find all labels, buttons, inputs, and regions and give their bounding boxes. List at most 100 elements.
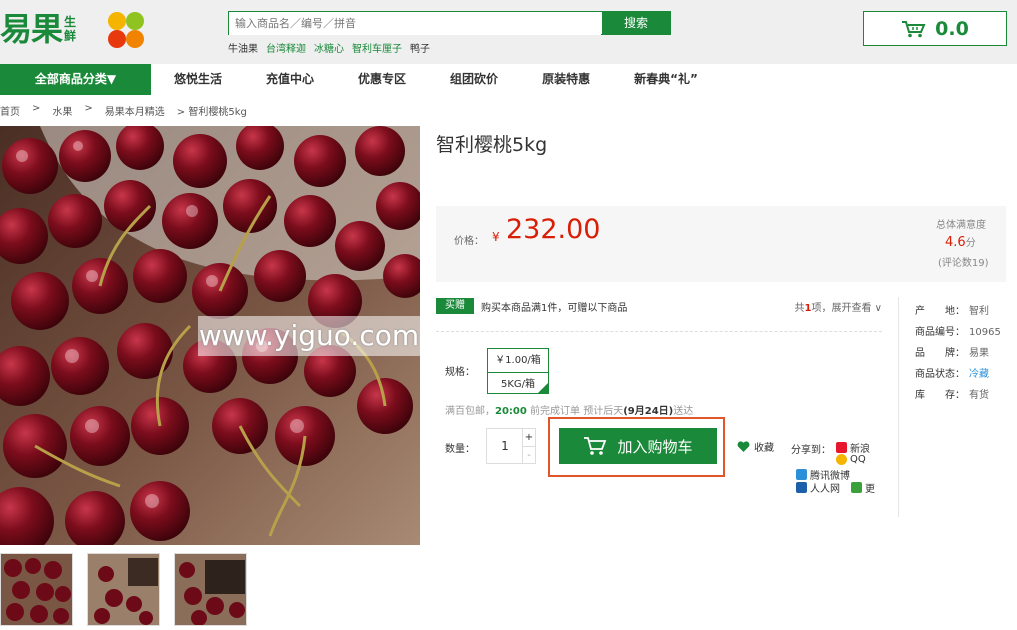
thumbnail-3[interactable] xyxy=(174,553,247,626)
hotword-link[interactable]: 牛油果 xyxy=(228,40,258,55)
price-panel: 价格： ¥ 232.00 总体满意度 4.6分 (评论数19) xyxy=(436,206,1006,282)
score-number: 4.6 xyxy=(945,235,966,250)
thumbnail-image xyxy=(88,554,159,625)
shipping-date: (9月24日) xyxy=(623,406,674,417)
logo-mark-icon xyxy=(108,12,144,48)
attr-key: 库 存： xyxy=(915,390,965,401)
shipping-end-text: 送达 xyxy=(673,406,694,417)
main-nav: 全部商品分类▼ 悠悦生活 充值中心 优惠专区 组团砍价 原装特惠 新春典“礼” xyxy=(0,64,1017,96)
share-label: 分享到： xyxy=(791,445,831,456)
attr-value: 智利 xyxy=(969,306,989,317)
promo-count: 1 xyxy=(804,303,812,314)
logo[interactable]: 易果 生 鲜 xyxy=(0,8,76,50)
promo-expand-text: 项，展开查看 ∨ xyxy=(811,303,883,314)
promo-expand-link[interactable]: 共1项，展开查看 ∨ xyxy=(795,299,882,314)
thumbnail-image xyxy=(1,554,72,625)
score-unit: 分 xyxy=(965,238,976,249)
quantity-increase-button[interactable]: + xyxy=(522,429,535,446)
spec-option-selected[interactable]: ￥1.00/箱 5KG/箱 xyxy=(487,348,549,394)
breadcrumb-separator: > xyxy=(32,103,41,114)
logo-sub-2: 鲜 xyxy=(64,29,77,43)
attr-key: 商品状态： xyxy=(915,369,965,380)
review-count-link[interactable]: (评论数19) xyxy=(938,254,989,269)
quantity-decrease-button[interactable]: - xyxy=(522,446,535,463)
plus-icon xyxy=(851,482,862,493)
attr-value: 有货 xyxy=(969,390,989,401)
hotword-link[interactable]: 台湾释迦 xyxy=(266,40,306,55)
selected-check-icon xyxy=(537,382,549,394)
shopping-cart-icon xyxy=(902,20,926,37)
breadcrumb-current: > 智利樱桃5kg xyxy=(176,107,247,118)
logo-subtext: 生 鲜 xyxy=(64,15,76,43)
attr-key: 产 地： xyxy=(915,306,965,317)
nav-link[interactable]: 充值中心 xyxy=(266,64,314,95)
spec-label: 规格： xyxy=(445,367,475,378)
attr-origin: 产 地： 智利 xyxy=(915,302,989,317)
hot-keywords: 牛油果 台湾释迦 冰糖心 智利车厘子 鸭子 xyxy=(228,40,430,55)
attr-sku: 商品编号： 10965 xyxy=(915,323,1001,338)
cart-icon xyxy=(584,437,607,455)
thumbnail-image xyxy=(175,554,246,625)
heart-icon xyxy=(737,440,750,452)
thumbnail-1[interactable] xyxy=(0,553,73,626)
shipping-mid-text: 前完成订单 预计后天 xyxy=(526,406,624,417)
promo-count-prefix: 共 xyxy=(794,303,805,314)
search-input[interactable] xyxy=(229,12,601,35)
search-bar: 搜索 xyxy=(228,11,671,35)
breadcrumb-monthly-picks[interactable]: 易果本月精选 xyxy=(105,103,165,118)
logo-text: 易果 xyxy=(0,10,63,48)
share-renren[interactable]: 人人网 xyxy=(796,480,840,495)
shipping-info: 满百包邮，20:00 前完成订单 预计后天(9月24日)送达 xyxy=(445,402,693,417)
logo-sub-1: 生 xyxy=(64,15,77,29)
spec-unit-price: ￥1.00/箱 xyxy=(495,355,541,366)
share-more-label: 更 xyxy=(865,484,875,495)
promotion-row: 买赠 购买本商品满1件，可赠以下商品 共1项，展开查看 ∨ xyxy=(436,297,882,332)
promo-tag: 买赠 xyxy=(436,298,474,314)
add-to-cart-button[interactable]: 加入购物车 xyxy=(559,428,717,464)
header: 易果 生 鲜 搜索 牛油果 台湾释迦 冰糖心 智利车厘子 鸭子 0.0 xyxy=(0,0,1017,64)
breadcrumb: 首页 > 水果 > 易果本月精选 > 智利樱桃5kg xyxy=(0,103,247,118)
shipping-free-text: 满百包邮， xyxy=(445,406,495,417)
share-more[interactable]: 更 xyxy=(851,480,875,495)
image-watermark: www.yiguo.com xyxy=(198,316,420,356)
attr-status: 商品状态： 冷藏 xyxy=(915,365,989,380)
breadcrumb-fruit[interactable]: 水果 xyxy=(52,103,72,118)
price-currency: ¥ xyxy=(492,230,500,244)
add-to-cart-label: 加入购物车 xyxy=(617,437,693,456)
nav-link[interactable]: 新春典“礼” xyxy=(634,64,698,95)
breadcrumb-separator: > xyxy=(84,103,93,114)
thumbnail-2[interactable] xyxy=(87,553,160,626)
hotword-link[interactable]: 冰糖心 xyxy=(314,40,344,55)
shipping-cutoff-time: 20:00 xyxy=(495,406,527,417)
share-sina[interactable]: 新浪 xyxy=(836,440,870,455)
favorite-button[interactable]: 收藏 xyxy=(737,439,774,454)
satisfaction-score: 4.6分 xyxy=(945,234,976,250)
nav-link[interactable]: 优惠专区 xyxy=(358,64,406,95)
satisfaction-label: 总体满意度 xyxy=(936,220,986,231)
attr-brand: 品 牌： 易果 xyxy=(915,344,989,359)
quantity-input[interactable]: 1 xyxy=(487,429,523,463)
weibo-icon xyxy=(836,442,847,453)
quantity-stepper: 1 + - xyxy=(486,428,536,464)
attr-stock: 库 存： 有货 xyxy=(915,386,989,401)
breadcrumb-home[interactable]: 首页 xyxy=(0,103,20,118)
all-categories-button[interactable]: 全部商品分类▼ xyxy=(0,64,151,95)
product-main-image[interactable]: www.yiguo.com xyxy=(0,126,420,545)
product-attributes: 产 地： 智利 商品编号： 10965 品 牌： 易果 商品状态： 冷藏 库 存： 有货 xyxy=(898,297,1008,517)
search-button[interactable]: 搜索 xyxy=(602,12,670,34)
favorite-label: 收藏 xyxy=(754,443,774,454)
share-qq[interactable]: QQ xyxy=(836,454,866,465)
attr-value[interactable]: 冷藏 xyxy=(969,369,989,380)
header-cart[interactable]: 0.0 xyxy=(863,11,1007,46)
price-value: 232.00 xyxy=(506,214,601,245)
hotword-link[interactable]: 智利车厘子 xyxy=(352,40,402,55)
nav-link[interactable]: 悠悦生活 xyxy=(174,64,222,95)
nav-link[interactable]: 原装特惠 xyxy=(542,64,590,95)
share-qq-label: QQ xyxy=(850,454,866,465)
hotword-link[interactable]: 鸭子 xyxy=(410,40,430,55)
price-label: 价格： xyxy=(454,236,484,247)
nav-links: 悠悦生活 充值中心 优惠专区 组团砍价 原装特惠 新春典“礼” xyxy=(174,64,742,95)
nav-link[interactable]: 组团砍价 xyxy=(450,64,498,95)
attr-key: 品 牌： xyxy=(915,348,965,359)
share-sina-label: 新浪 xyxy=(850,444,870,455)
